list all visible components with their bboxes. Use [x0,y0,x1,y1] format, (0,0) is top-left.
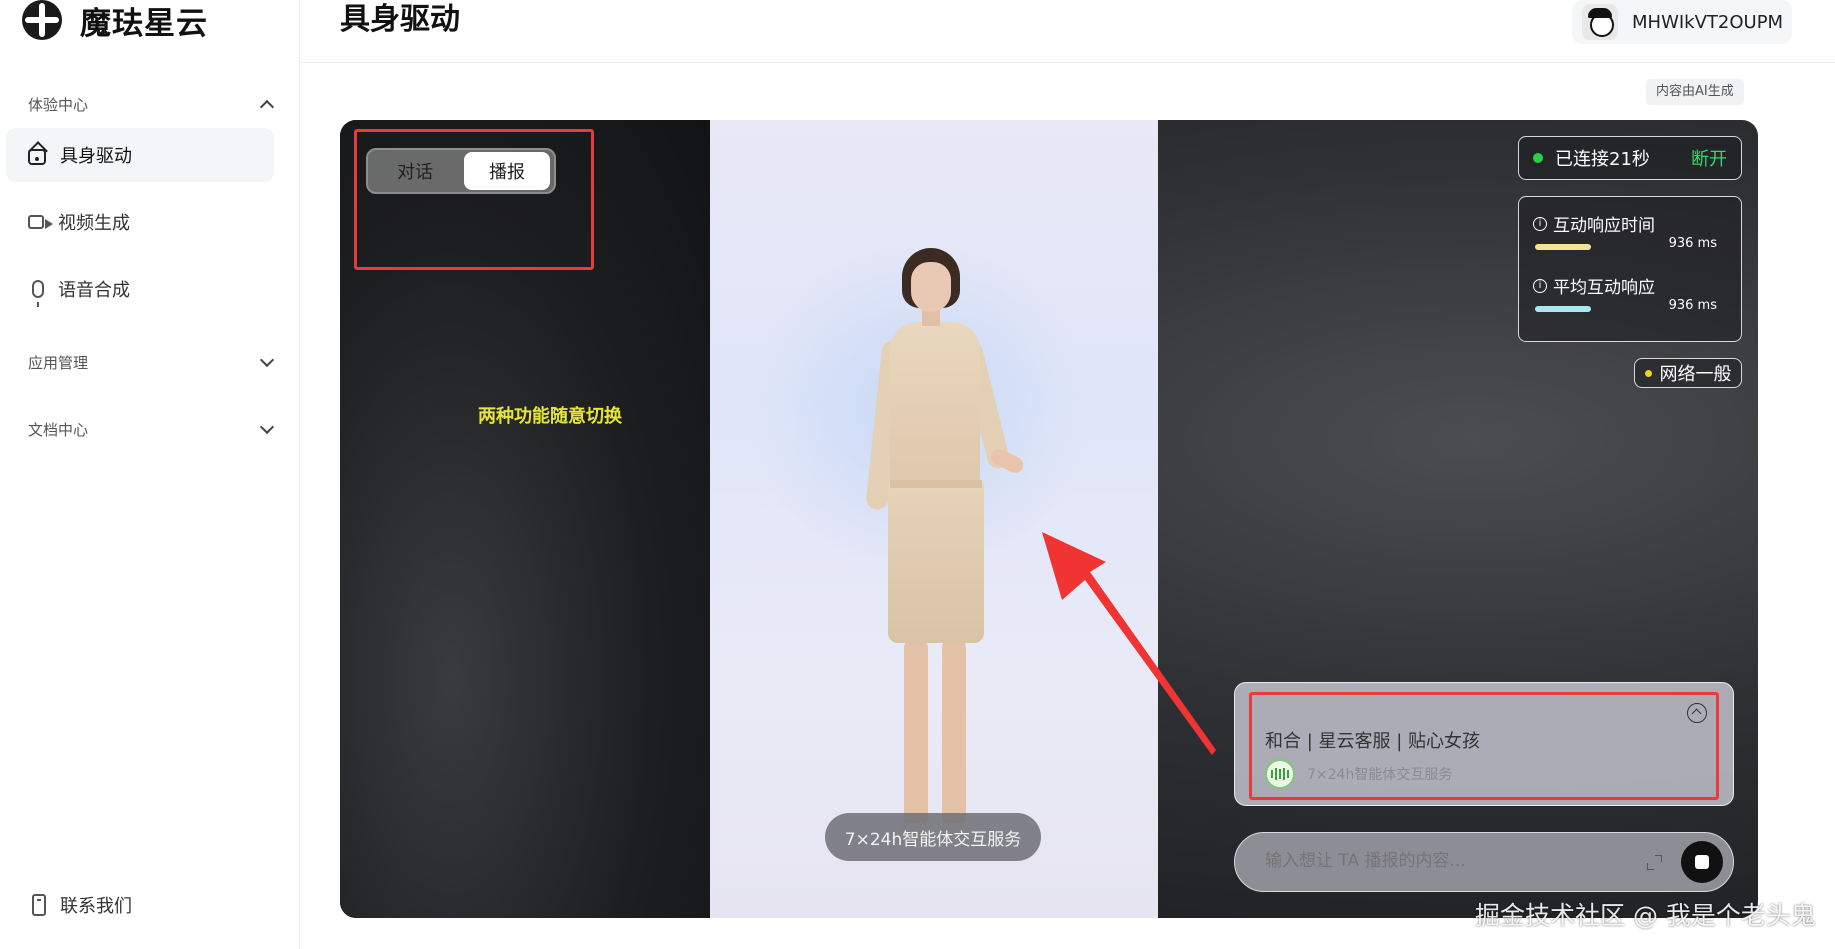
brand-name: 魔珐星云 [80,5,208,42]
chevron-up-icon [259,99,275,114]
sidebar-item-label: 联系我们 [60,896,132,917]
section-label: 文档中心 [28,420,89,439]
video-icon [28,215,53,229]
connection-text: 已连接21秒 [1555,149,1650,170]
metric-value: 936 ms [1668,298,1717,313]
mode-toggle: 对话 播报 [366,148,556,194]
section-label: 应用管理 [28,353,89,372]
avatar [1582,4,1618,40]
sidebar-item-contact-us[interactable]: 联系我们 [6,878,274,932]
info-icon: i [1533,278,1547,293]
metrics-panel: i 互动响应时间 936 ms i 平均互动响应 936 ms [1518,196,1742,342]
mode-option-broadcast[interactable]: 播报 [464,152,550,190]
status-dot [1533,153,1543,163]
sidebar-item-label: 具身驱动 [60,146,132,167]
metric-label: 互动响应时间 [1553,216,1655,236]
disconnect-button[interactable]: 断开 [1691,145,1727,171]
sidebar-item-label: 视频生成 [58,213,130,234]
expand-icon[interactable] [1647,855,1663,871]
section-experience-center[interactable]: 体验中心 [0,88,300,120]
sidebar-item-speech-synthesis[interactable]: 语音合成 [6,262,274,316]
section-label: 体验中心 [28,95,89,114]
stop-icon [1695,855,1709,869]
broadcast-input[interactable] [1265,851,1625,871]
avatar-stage: 对话 播报 两种功能随意切换 已连接21秒 断开 i 互动响应时间 936 ms… [340,120,1758,918]
metric-bar [1535,306,1591,312]
service-caption: 7×24h智能体交互服务 [825,813,1041,861]
sidebar-item-embodied-drive[interactable]: 具身驱动 [6,128,274,182]
sidebar-item-video-generation[interactable]: 视频生成 [6,195,274,249]
mode-option-chat[interactable]: 对话 [372,152,458,190]
chevron-down-icon [259,352,275,367]
logo-icon [22,0,62,40]
network-label: 网络一般 [1659,364,1732,385]
metric-bar [1535,244,1591,250]
network-dot [1644,369,1652,377]
metric-label: 平均互动响应 [1553,278,1655,298]
section-docs-center[interactable]: 文档中心 [0,413,300,445]
watermark: 掘金技术社区 @ 我是个老头鬼 [1475,901,1816,930]
user-menu[interactable]: MHWIkVT2OUPM [1572,0,1792,44]
info-icon: i [1533,216,1547,231]
metric-avg-response: i 平均互动响应 936 ms [1533,273,1727,335]
section-app-management[interactable]: 应用管理 [0,346,300,378]
annotation-text: 两种功能随意切换 [478,406,622,427]
connection-status: 已连接21秒 断开 [1518,136,1742,180]
home-icon [28,149,46,165]
digital-human-avatar [840,248,1040,868]
username: MHWIkVT2OUPM [1632,11,1784,33]
ai-generated-tag: 内容由AI生成 [1646,79,1744,105]
broadcast-input-bar [1234,832,1734,892]
metric-response-time: i 互动响应时间 936 ms [1533,211,1727,273]
page-title: 具身驱动 [340,2,460,37]
brand-logo[interactable]: 魔珐星云 [22,0,208,42]
annotation-box-card [1249,692,1719,800]
mic-icon [32,280,44,307]
metric-value: 936 ms [1668,236,1717,251]
sidebar: 魔珐星云 体验中心 具身驱动 视频生成 语音合成 应用管理 文档中心 联系我们 [0,0,300,949]
sidebar-item-label: 语音合成 [58,280,130,301]
network-status: 网络一般 [1634,358,1742,388]
chevron-down-icon [259,419,275,434]
top-header: 具身驱动 MHWIkVT2OUPM [300,0,1835,63]
stop-button[interactable] [1681,841,1723,883]
phone-icon [32,894,46,916]
